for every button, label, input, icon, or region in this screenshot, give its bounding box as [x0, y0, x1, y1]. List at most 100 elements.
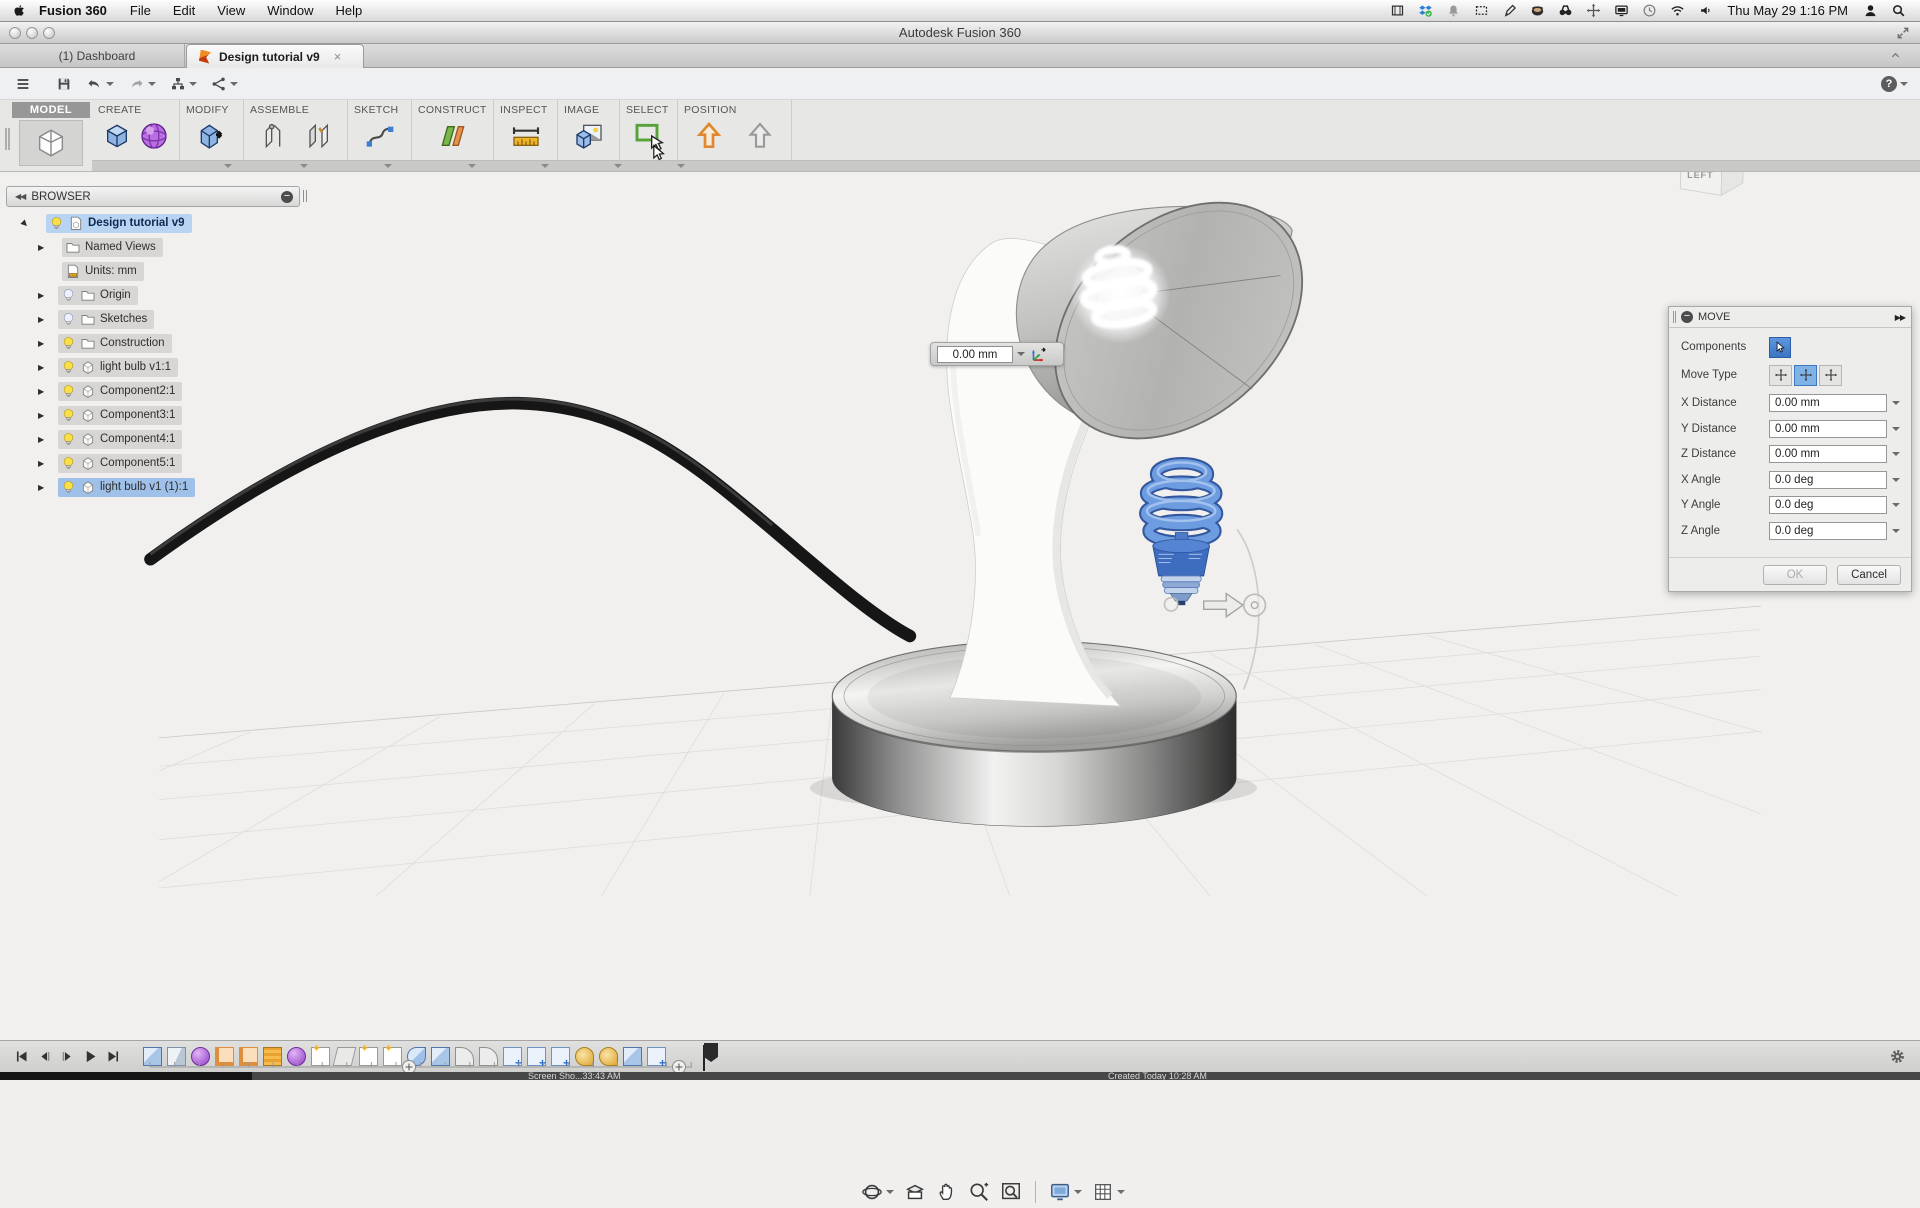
workspace-tab-model[interactable]: MODEL	[12, 102, 90, 168]
view-cube[interactable]: LEFT FRONT	[1680, 172, 1743, 195]
dimension-dropdown-icon[interactable]	[1017, 352, 1025, 356]
tree-item-component3-1[interactable]: ▶Component3:1	[6, 403, 306, 427]
tree-expand-icon[interactable]: ▶	[20, 218, 31, 229]
tree-expand-icon[interactable]: ▶	[38, 411, 44, 420]
display-settings-icon[interactable]	[1049, 1181, 1082, 1203]
menu-bar-clock[interactable]: Thu May 29 1:16 PM	[1727, 3, 1848, 18]
cancel-button[interactable]: Cancel	[1837, 565, 1901, 585]
move-type-point-button[interactable]	[1819, 365, 1842, 386]
ribbon-group-dropdown-icon[interactable]	[677, 164, 685, 168]
ribbon-grip[interactable]	[5, 128, 10, 150]
help-button[interactable]: ?	[1881, 76, 1908, 92]
menu-item-window[interactable]: Window	[256, 3, 324, 18]
volume-icon[interactable]	[1695, 2, 1715, 20]
tree-item-light-bulb-v1-1-1[interactable]: ▶light bulb v1 (1):1	[6, 475, 306, 499]
tree-item-light-bulb-v1-1[interactable]: ▶light bulb v1:1	[6, 355, 306, 379]
tab-dashboard[interactable]: (1) Dashboard	[10, 44, 185, 68]
field-value-input[interactable]: 0.00 mm	[1769, 420, 1887, 438]
dialog-grip-icon[interactable]	[1673, 311, 1676, 323]
share-button[interactable]	[211, 76, 238, 92]
menu-item-view[interactable]: View	[206, 3, 256, 18]
tree-item-origin[interactable]: ▶Origin	[6, 283, 306, 307]
browser-panel-header[interactable]: ◀◀ BROWSER −	[6, 186, 300, 207]
tree-expand-icon[interactable]: ▶	[38, 435, 44, 444]
tree-expand-icon[interactable]: ▶	[38, 483, 44, 492]
menu-item-file[interactable]: File	[119, 3, 162, 18]
components-select-button[interactable]	[1769, 337, 1791, 358]
tree-expand-icon[interactable]: ▶	[38, 363, 44, 372]
timeline-settings-gear-icon[interactable]	[1889, 1048, 1906, 1065]
tree-item-component5-1[interactable]: ▶Component5:1	[6, 451, 306, 475]
field-value-input[interactable]: 0.00 mm	[1769, 445, 1887, 463]
tab-design-tutorial[interactable]: Design tutorial v9 ×	[186, 44, 364, 68]
tree-item-component4-1[interactable]: ▶Component4:1	[6, 427, 306, 451]
measure-tool-button[interactable]	[509, 120, 543, 152]
app-menu[interactable]: Fusion 360	[27, 3, 119, 18]
bulb-on-icon[interactable]	[61, 455, 76, 471]
move-dialog-header[interactable]: − MOVE ▶▶	[1669, 307, 1911, 328]
field-dropdown-icon[interactable]	[1887, 394, 1901, 412]
field-dropdown-icon[interactable]	[1887, 471, 1901, 489]
ribbon-group-dropdown-icon[interactable]	[468, 164, 476, 168]
tree-item-named-views[interactable]: ▶Named Views	[6, 235, 306, 259]
tree-item-sketches[interactable]: ▶Sketches	[6, 307, 306, 331]
save-button[interactable]	[56, 76, 72, 92]
bulb-on-icon[interactable]	[61, 431, 76, 447]
tree-item-construction[interactable]: ▶Construction	[6, 331, 306, 355]
planes-tool-button[interactable]	[436, 120, 470, 152]
capture-position-tool-button[interactable]	[692, 120, 726, 152]
field-dropdown-icon[interactable]	[1887, 445, 1901, 463]
collapse-toolbar-icon[interactable]	[1889, 50, 1902, 61]
tree-expand-icon[interactable]: ▶	[38, 291, 44, 300]
field-value-input[interactable]: 0.00 mm	[1769, 394, 1887, 412]
tree-expand-icon[interactable]: ▶	[38, 387, 44, 396]
film-icon[interactable]	[1387, 2, 1407, 20]
spotlight-icon[interactable]	[1888, 2, 1908, 20]
browser-collapse-icon[interactable]: ◀◀	[15, 192, 25, 201]
browser-resize-grip[interactable]	[303, 190, 307, 202]
tree-item-component2-1[interactable]: ▶Component2:1	[6, 379, 306, 403]
bulb-on-icon[interactable]	[61, 359, 76, 375]
pan-icon[interactable]	[936, 1181, 958, 1203]
spline-tool-button[interactable]	[363, 120, 397, 152]
tree-expand-icon[interactable]: ▶	[38, 315, 44, 324]
pen-icon[interactable]	[1499, 2, 1519, 20]
timeline-playhead[interactable]	[704, 1043, 718, 1071]
bulb-on-icon[interactable]	[61, 383, 76, 399]
ribbon-group-dropdown-icon[interactable]	[224, 164, 232, 168]
fullscreen-icon[interactable]	[1896, 26, 1910, 40]
field-value-input[interactable]: 0.0 deg	[1769, 496, 1887, 514]
bulb-on-icon[interactable]	[61, 335, 76, 351]
main-menu-icon[interactable]	[14, 76, 32, 92]
grid-settings-icon[interactable]	[1092, 1181, 1125, 1203]
bulb-on-icon[interactable]	[61, 479, 76, 495]
dimension-value-input[interactable]: 0.00 mm	[937, 346, 1013, 363]
ok-button[interactable]: OK	[1763, 565, 1827, 585]
field-dropdown-icon[interactable]	[1887, 522, 1901, 540]
field-dropdown-icon[interactable]	[1887, 496, 1901, 514]
browser-minimize-icon[interactable]: −	[281, 191, 293, 203]
undo-button[interactable]	[86, 76, 114, 92]
menu-item-edit[interactable]: Edit	[162, 3, 206, 18]
redo-button[interactable]	[128, 76, 156, 92]
joint-a-tool-button[interactable]	[256, 120, 290, 152]
marquee-icon[interactable]	[1471, 2, 1491, 20]
tree-expand-icon[interactable]: ▶	[38, 339, 44, 348]
canvas-tool-button[interactable]	[572, 120, 606, 152]
binoculars-icon[interactable]	[1555, 2, 1575, 20]
menu-item-help[interactable]: Help	[324, 3, 373, 18]
revert-position-tool-button[interactable]	[743, 120, 777, 152]
move-icon[interactable]	[1583, 2, 1603, 20]
wifi-icon[interactable]	[1667, 2, 1687, 20]
apple-menu-icon[interactable]	[12, 3, 27, 19]
time-machine-icon[interactable]	[1639, 2, 1659, 20]
field-dropdown-icon[interactable]	[1887, 420, 1901, 438]
field-value-input[interactable]: 0.0 deg	[1769, 522, 1887, 540]
user-icon[interactable]	[1860, 2, 1880, 20]
bulb-on-icon[interactable]	[49, 215, 64, 231]
look-at-icon[interactable]	[904, 1181, 926, 1203]
orbit-icon[interactable]	[861, 1181, 894, 1203]
tab-close-icon[interactable]: ×	[334, 49, 342, 64]
ribbon-group-dropdown-icon[interactable]	[384, 164, 392, 168]
tree-expand-icon[interactable]: ▶	[38, 459, 44, 468]
